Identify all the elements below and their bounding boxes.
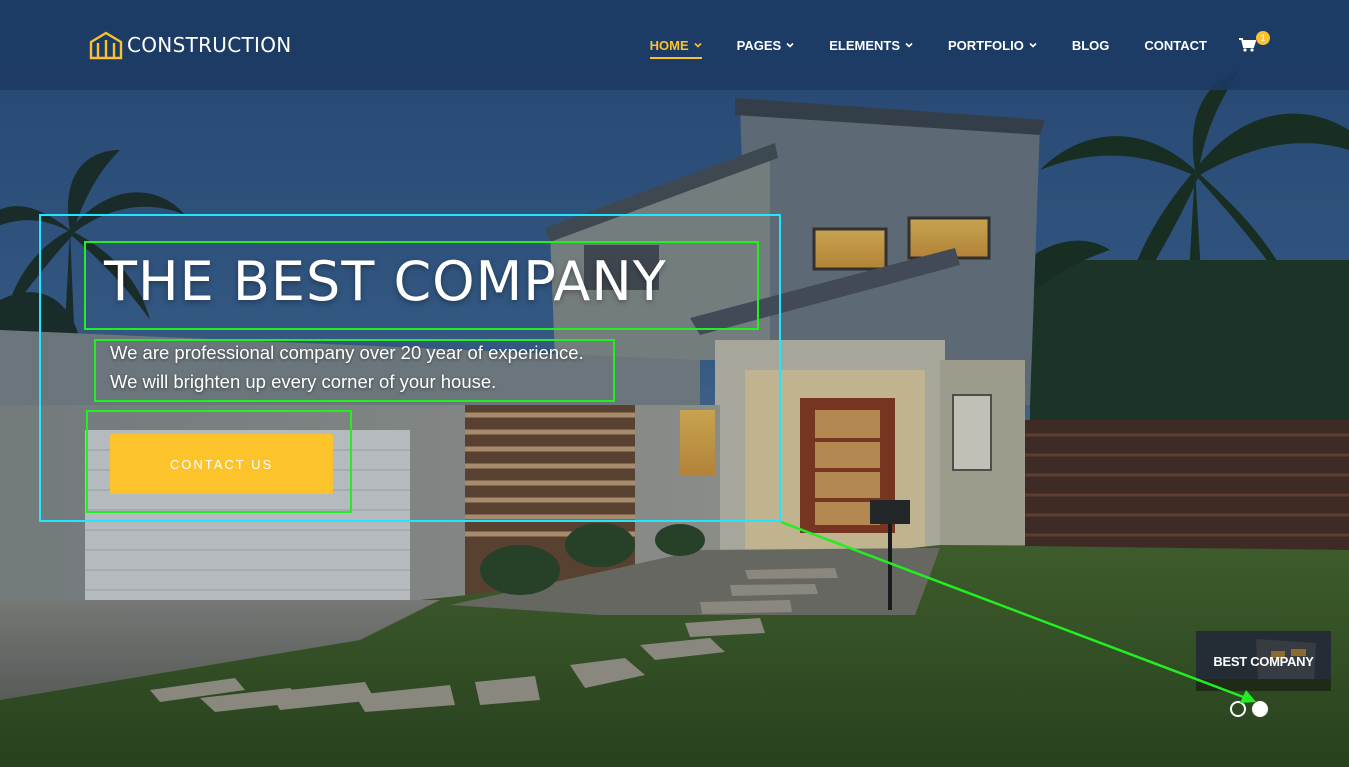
nav-item-label: CONTACT	[1144, 37, 1207, 53]
nav-item-label: HOME	[649, 37, 689, 53]
nav-item-home[interactable]: HOME	[649, 30, 702, 60]
hero-subtitle-line: We will brighten up every corner of your…	[110, 371, 497, 392]
nav-item-contact[interactable]: CONTACT	[1144, 30, 1207, 60]
hero-subtitle-line: We are professional company over 20 year…	[110, 342, 584, 363]
nav-item-pages[interactable]: PAGES	[737, 30, 795, 60]
chevron-down-icon	[1029, 42, 1037, 48]
slide-thumbnail-label: BEST COMPANY	[1213, 654, 1314, 669]
nav-item-label: PORTFOLIO	[948, 37, 1024, 53]
brand-name: CONSTRUCTION	[127, 33, 292, 57]
shopping-cart-icon	[1239, 38, 1256, 52]
hero-subtitle: We are professional company over 20 year…	[110, 338, 584, 396]
cart-count-badge: 1	[1256, 31, 1270, 45]
nav-item-label: PAGES	[736, 37, 782, 53]
main-navigation: HOME PAGES ELEMENTS PORTFOLIO BLOG CONTA…	[649, 30, 1270, 60]
chevron-down-icon	[786, 42, 794, 48]
hero-title: THE BEST COMPANY	[104, 250, 667, 313]
slider-dot-2-active[interactable]	[1252, 701, 1268, 717]
slider-dot-1[interactable]	[1230, 701, 1246, 717]
nav-item-label: ELEMENTS	[829, 37, 900, 53]
nav-item-label: BLOG	[1071, 37, 1110, 53]
nav-item-elements[interactable]: ELEMENTS	[829, 30, 913, 60]
brand-logo[interactable]: CONSTRUCTION	[89, 30, 292, 60]
site-header: CONSTRUCTION HOME PAGES ELEMENTS PORTFOL…	[0, 0, 1349, 90]
slide-thumbnail[interactable]: BEST COMPANY	[1196, 631, 1331, 691]
nav-item-blog[interactable]: BLOG	[1072, 30, 1110, 60]
cart-button[interactable]: 1	[1239, 30, 1270, 60]
chevron-down-icon	[694, 42, 702, 48]
nav-item-portfolio[interactable]: PORTFOLIO	[948, 30, 1037, 60]
contact-us-button[interactable]: CONTACT US	[110, 434, 333, 494]
landing-page: CONSTRUCTION HOME PAGES ELEMENTS PORTFOL…	[0, 0, 1349, 767]
chevron-down-icon	[905, 42, 913, 48]
building-logo-icon	[89, 31, 123, 60]
